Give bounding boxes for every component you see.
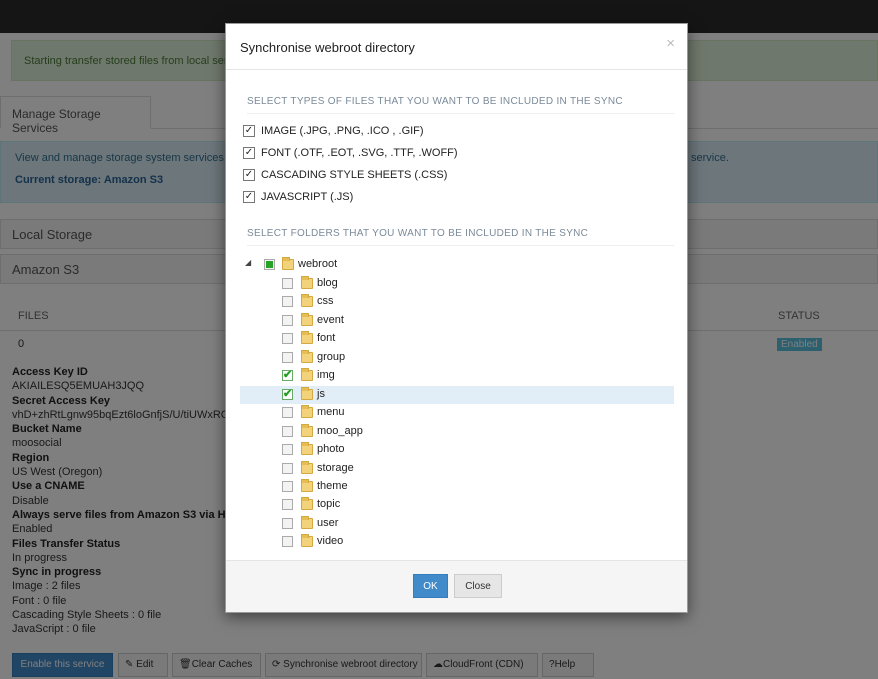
tree-checkbox[interactable] [282, 480, 293, 492]
tree-checkbox-checked[interactable]: ✔ [282, 369, 293, 382]
expand-triangle-icon[interactable]: ◢ [245, 258, 251, 267]
tree-checkbox[interactable] [282, 517, 293, 529]
folder-icon [301, 405, 313, 419]
file-type-option[interactable]: ✓ JAVASCRIPT (.JS) [243, 189, 353, 205]
ok-button[interactable]: OK [413, 574, 448, 598]
tree-folder-row[interactable]: video [240, 533, 674, 551]
tree-folder-row[interactable]: font [240, 330, 674, 348]
tree-checkbox[interactable] [282, 444, 293, 456]
file-type-option[interactable]: ✓ CASCADING STYLE SHEETS (.CSS) [243, 167, 447, 183]
tree-folder-label: theme [317, 479, 348, 492]
folder-icon [301, 534, 313, 548]
tree-folder-row[interactable]: topic [240, 496, 674, 514]
tree-folder-row[interactable]: group [240, 349, 674, 367]
tree-folder-row[interactable]: menu [240, 404, 674, 422]
tree-checkbox[interactable] [282, 351, 293, 363]
tree-folder-row[interactable]: ✔ img [240, 367, 674, 385]
tree-checkbox-partial[interactable] [264, 259, 275, 270]
folder-icon [301, 386, 313, 400]
folder-icon [301, 294, 313, 308]
folder-icon [301, 442, 313, 456]
sync-modal: Synchronise webroot directory × SELECT T… [225, 23, 688, 613]
tree-folder-label: css [317, 295, 334, 308]
tree-folder-label: group [317, 350, 346, 363]
file-type-option[interactable]: ✓ IMAGE (.JPG, .PNG, .ICO , .GIF) [243, 123, 424, 139]
tree-folder-row[interactable]: moo_app [240, 423, 674, 441]
tree-checkbox-checked[interactable]: ✔ [282, 387, 293, 400]
folder-icon [301, 312, 313, 326]
tree-folder-label: user [317, 516, 339, 529]
tree-folder-label: storage [317, 461, 354, 474]
tree-folder-row[interactable]: photo [240, 441, 674, 459]
folder-icon [301, 331, 313, 345]
folder-icon [301, 478, 313, 492]
tree-root-row[interactable]: ◢ webroot [240, 256, 674, 274]
tree-checkbox[interactable] [282, 536, 293, 548]
folder-icon [301, 497, 313, 511]
tree-folder-label: moo_app [317, 424, 363, 437]
folder-icon [301, 515, 313, 529]
modal-header: Synchronise webroot directory × [226, 24, 687, 70]
tree-folder-label: menu [317, 406, 345, 419]
checkbox-icon[interactable]: ✓ [243, 169, 255, 181]
tree-checkbox[interactable] [282, 462, 293, 474]
tree-folder-row[interactable]: css [240, 293, 674, 311]
file-type-label: JAVASCRIPT (.JS) [261, 191, 354, 203]
folder-icon [282, 257, 294, 270]
checkbox-icon[interactable]: ✓ [243, 147, 255, 159]
check-icon: ✔ [283, 387, 293, 400]
tree-folder-row[interactable]: blog [240, 275, 674, 293]
tree-folder-label: photo [317, 443, 345, 456]
folder-icon [301, 368, 313, 382]
close-button[interactable]: Close [454, 574, 502, 598]
file-type-label: FONT (.OTF, .EOT, .SVG, .TTF, .WOFF) [261, 147, 458, 159]
tree-folder-row[interactable]: event [240, 312, 674, 330]
tree-folder-label: topic [317, 498, 341, 511]
tree-folder-label: event [317, 313, 344, 326]
tree-checkbox[interactable] [282, 425, 293, 437]
tree-folder-row[interactable]: user [240, 515, 674, 533]
tree-folder-label: blog [317, 277, 338, 289]
modal-title: Synchronise webroot directory [240, 40, 415, 55]
tree-checkbox[interactable] [282, 333, 293, 345]
modal-footer: OK Close [226, 560, 687, 612]
folder-icon [301, 423, 313, 437]
folders-section-title: SELECT FOLDERS THAT YOU WANT TO BE INCLU… [247, 228, 674, 246]
close-icon[interactable]: × [666, 35, 675, 52]
tree-checkbox[interactable] [282, 499, 293, 511]
file-type-option[interactable]: ✓ FONT (.OTF, .EOT, .SVG, .TTF, .WOFF) [243, 145, 458, 161]
file-type-label: IMAGE (.JPG, .PNG, .ICO , .GIF) [261, 125, 424, 137]
tree-checkbox[interactable] [282, 407, 293, 419]
tree-checkbox[interactable] [282, 296, 293, 308]
checkbox-icon[interactable]: ✓ [243, 191, 255, 203]
folder-icon [301, 460, 313, 474]
tree-folder-label: video [317, 535, 344, 548]
tree-folder-label: js [317, 387, 325, 400]
file-types-section-title: SELECT TYPES OF FILES THAT YOU WANT TO B… [247, 96, 674, 114]
check-icon: ✔ [283, 369, 293, 382]
tree-folder-row[interactable]: storage [240, 460, 674, 478]
tree-checkbox[interactable] [282, 314, 293, 326]
tree-folder-row[interactable]: theme [240, 478, 674, 496]
file-type-label: CASCADING STYLE SHEETS (.CSS) [261, 169, 448, 181]
tree-root-label: webroot [298, 258, 338, 270]
folder-icon [301, 349, 313, 363]
checkbox-icon[interactable]: ✓ [243, 125, 255, 137]
tree-folder-label: img [317, 369, 335, 382]
tree-folder-row[interactable]: ✔ js [240, 385, 674, 404]
folder-icon [301, 276, 313, 289]
tree-folder-label: font [317, 332, 336, 345]
tree-checkbox[interactable] [282, 278, 293, 289]
